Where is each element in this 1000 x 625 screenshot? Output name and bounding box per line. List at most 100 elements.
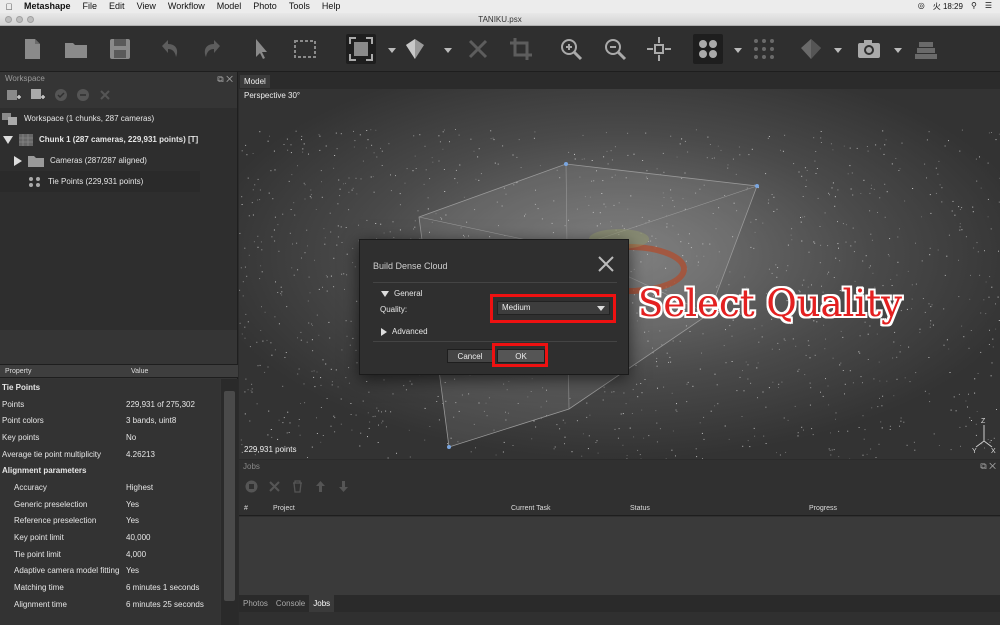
- quality-label: Quality:: [380, 305, 408, 314]
- jobs-toolbar: [245, 480, 350, 493]
- search-icon[interactable]: ⚲: [971, 1, 977, 12]
- property-row[interactable]: Generic preselection Yes: [0, 496, 220, 513]
- property-row[interactable]: Point colors 3 bands, uint8: [0, 412, 220, 429]
- new-document-icon[interactable]: [17, 34, 47, 64]
- point-cloud-view-icon[interactable]: [693, 34, 723, 64]
- expand-triangle-icon[interactable]: [14, 155, 22, 166]
- menu-list-icon[interactable]: ☰: [985, 1, 992, 12]
- undo-icon[interactable]: [154, 34, 184, 64]
- property-row[interactable]: Tie Points: [0, 379, 220, 396]
- scrollbar-thumb[interactable]: [224, 391, 235, 601]
- clock[interactable]: 火 18:29: [933, 1, 963, 12]
- camera-icon[interactable]: [854, 34, 884, 64]
- chevron-down-icon[interactable]: [444, 46, 452, 54]
- expand-triangle-icon[interactable]: [3, 135, 13, 144]
- advanced-section[interactable]: Advanced: [381, 327, 428, 336]
- minimize-window-button[interactable]: [16, 16, 23, 23]
- reset-view-icon[interactable]: [644, 34, 674, 64]
- property-row[interactable]: Key point limit 40,000: [0, 529, 220, 546]
- cancel-button[interactable]: Cancel: [447, 349, 493, 363]
- chevron-down-icon[interactable]: [388, 46, 396, 54]
- remove-job-icon[interactable]: [268, 480, 281, 493]
- column-status[interactable]: Status: [630, 505, 650, 512]
- workspace-panel: Workspace ⧉ ✕ Workspace (1 chunks, 287 c…: [0, 72, 238, 625]
- property-column-header[interactable]: Property: [0, 368, 126, 375]
- expand-triangle-icon[interactable]: [381, 290, 389, 297]
- column-progress[interactable]: Progress: [809, 505, 837, 512]
- properties-scrollbar[interactable]: [221, 379, 238, 625]
- value-column-header[interactable]: Value: [126, 368, 148, 375]
- menu-workflow[interactable]: Workflow: [162, 0, 211, 13]
- dense-cloud-view-icon[interactable]: [749, 34, 779, 64]
- property-row[interactable]: Key points No: [0, 429, 220, 446]
- column-number[interactable]: #: [244, 505, 248, 512]
- save-icon[interactable]: [105, 34, 135, 64]
- close-window-button[interactable]: [5, 16, 12, 23]
- tab-jobs[interactable]: Jobs: [309, 595, 335, 612]
- apple-icon[interactable]: : [0, 2, 18, 12]
- move-region-icon[interactable]: [400, 34, 430, 64]
- cameras-item[interactable]: Cameras (287/287 aligned): [0, 150, 237, 171]
- move-up-icon[interactable]: [314, 480, 327, 493]
- disable-minus-icon[interactable]: [76, 88, 90, 107]
- panel-float-close-icon[interactable]: ⧉ ✕: [217, 72, 233, 86]
- chevron-down-icon[interactable]: [734, 46, 742, 54]
- panel-float-close-icon[interactable]: ⧉ ✕: [980, 461, 996, 472]
- menu-file[interactable]: File: [77, 0, 104, 13]
- enable-check-icon[interactable]: [54, 88, 68, 107]
- property-row[interactable]: Tie point limit 4,000: [0, 546, 220, 563]
- jobs-columns: # Project Current Task Status Progress: [239, 502, 1000, 516]
- property-row[interactable]: Alignment time 6 minutes 25 seconds: [0, 596, 220, 613]
- resize-region-icon[interactable]: [346, 34, 376, 64]
- menu-model[interactable]: Model: [211, 0, 248, 13]
- close-icon[interactable]: [596, 254, 616, 274]
- stop-icon[interactable]: [245, 480, 258, 493]
- property-row[interactable]: Adaptive camera model fitting Yes: [0, 563, 220, 580]
- crop-selection-icon[interactable]: [506, 34, 536, 64]
- navigation-cursor-icon[interactable]: [246, 34, 276, 64]
- open-folder-icon[interactable]: [61, 34, 91, 64]
- move-down-icon[interactable]: [337, 480, 350, 493]
- property-row[interactable]: Average tie point multiplicity 4.26213: [0, 446, 220, 463]
- projection-label: Perspective 30°: [244, 91, 301, 100]
- column-project[interactable]: Project: [273, 505, 295, 512]
- layers-icon[interactable]: [911, 34, 941, 64]
- remove-item-icon[interactable]: [98, 88, 112, 107]
- menu-help[interactable]: Help: [316, 0, 347, 13]
- menu-photo[interactable]: Photo: [247, 0, 283, 13]
- workspace-root-item[interactable]: Workspace (1 chunks, 287 cameras): [0, 108, 237, 129]
- add-chunk-icon[interactable]: [6, 88, 22, 107]
- rectangle-selection-icon[interactable]: [290, 34, 320, 64]
- property-row[interactable]: Reference preselection Yes: [0, 513, 220, 530]
- menu-app[interactable]: Metashape: [18, 0, 77, 13]
- chevron-down-icon[interactable]: [894, 46, 902, 54]
- column-current-task[interactable]: Current Task: [511, 505, 551, 512]
- property-row[interactable]: Matching time 6 minutes 1 seconds: [0, 579, 220, 596]
- menu-tools[interactable]: Tools: [283, 0, 316, 13]
- tie-points-item[interactable]: Tie Points (229,931 points): [0, 171, 200, 192]
- property-row[interactable]: Alignment parameters: [0, 462, 220, 479]
- chevron-down-icon[interactable]: [834, 46, 842, 54]
- general-section[interactable]: General: [381, 289, 422, 298]
- jobs-panel: Jobs ⧉ ✕ # Project Current Task Status P…: [239, 460, 1000, 625]
- redo-icon[interactable]: [198, 34, 228, 64]
- chunk-item[interactable]: Chunk 1 (287 cameras, 229,931 points) [T…: [0, 129, 237, 150]
- model-view-icon[interactable]: [796, 34, 826, 64]
- tab-model[interactable]: Model: [240, 75, 270, 88]
- trash-icon[interactable]: [291, 480, 304, 493]
- jobs-list[interactable]: [239, 517, 1000, 595]
- tab-photos[interactable]: Photos: [239, 595, 272, 612]
- menu-edit[interactable]: Edit: [103, 0, 131, 13]
- menu-view[interactable]: View: [131, 0, 162, 13]
- zoom-out-icon[interactable]: [600, 34, 630, 64]
- add-photos-icon[interactable]: [30, 88, 46, 107]
- wifi-icon[interactable]: ◎: [918, 1, 925, 12]
- collapse-triangle-icon[interactable]: [381, 327, 387, 336]
- delete-selection-icon[interactable]: [463, 34, 493, 64]
- zoom-window-button[interactable]: [27, 16, 34, 23]
- tab-console[interactable]: Console: [272, 595, 309, 612]
- zoom-in-icon[interactable]: [556, 34, 586, 64]
- property-row[interactable]: Accuracy Highest: [0, 479, 220, 496]
- svg-text:Y: Y: [972, 448, 977, 455]
- property-row[interactable]: Points 229,931 of 275,302: [0, 396, 220, 413]
